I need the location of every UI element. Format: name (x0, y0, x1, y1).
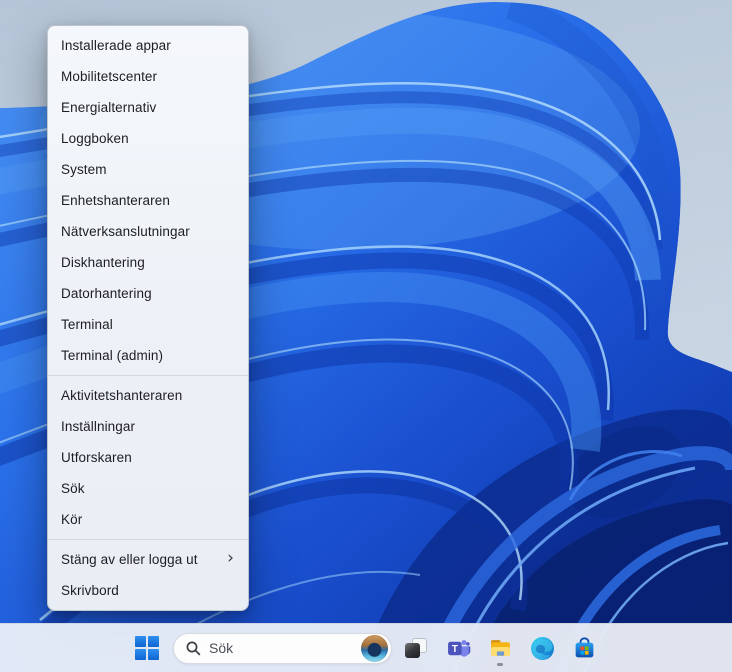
task-view-button[interactable] (396, 628, 436, 668)
menu-item-terminal[interactable]: Terminal (48, 309, 248, 340)
menu-item-label: Utforskaren (61, 450, 132, 465)
menu-item-label: Sök (61, 481, 85, 496)
menu-item-loggboken[interactable]: Loggboken (48, 123, 248, 154)
menu-item-s-k[interactable]: Sök (48, 473, 248, 504)
menu-item-label: Nätverksanslutningar (61, 224, 190, 239)
menu-item-aktivitetshanteraren[interactable]: Aktivitetshanteraren (48, 380, 248, 411)
menu-item-datorhantering[interactable]: Datorhantering (48, 278, 248, 309)
menu-item-label: Datorhantering (61, 286, 152, 301)
taskbar-search-box[interactable]: Sök (173, 632, 392, 664)
microsoft-store-button[interactable] (564, 628, 604, 668)
svg-text:T: T (451, 643, 457, 654)
menu-separator (48, 375, 248, 376)
menu-item-k-r[interactable]: Kör (48, 504, 248, 535)
menu-item-label: Enhetshanteraren (61, 193, 170, 208)
task-view-icon (404, 636, 428, 660)
menu-item-label: Terminal (61, 317, 113, 332)
menu-item-label: Loggboken (61, 131, 129, 146)
taskbar-center-cluster: Sök T (133, 628, 605, 668)
windows-logo-icon (135, 636, 159, 660)
menu-item-system[interactable]: System (48, 154, 248, 185)
edge-button[interactable] (522, 628, 562, 668)
menu-item-installerade-appar[interactable]: Installerade appar (48, 30, 248, 61)
teams-button[interactable]: T (438, 628, 478, 668)
menu-item-label: Installerade appar (61, 38, 171, 53)
file-explorer-icon (490, 639, 510, 656)
menu-item-label: Mobilitetscenter (61, 69, 158, 84)
menu-item-utforskaren[interactable]: Utforskaren (48, 442, 248, 473)
menu-item-energialternativ[interactable]: Energialternativ (48, 92, 248, 123)
menu-item-skrivbord[interactable]: Skrivbord (48, 575, 248, 606)
teams-icon: T (447, 639, 470, 657)
microsoft-store-icon (575, 636, 593, 657)
desktop: Installerade appar Mobilitetscenter Energi… (0, 0, 732, 672)
menu-item-label: Diskhantering (61, 255, 145, 270)
menu-item-label: Aktivitetshanteraren (61, 388, 183, 403)
menu-item-label: Inställningar (61, 419, 136, 434)
running-indicator-dot (497, 663, 503, 666)
menu-item-terminal-admin[interactable]: Terminal (admin) (48, 340, 248, 371)
edge-icon (530, 636, 554, 660)
menu-item-label: Skrivbord (61, 583, 119, 598)
submenu-chevron-icon: › (227, 548, 234, 568)
menu-item-enhetshanteraren[interactable]: Enhetshanteraren (48, 185, 248, 216)
start-button[interactable] (133, 628, 161, 668)
winx-context-menu: Installerade appar Mobilitetscenter Energi… (47, 25, 249, 611)
search-placeholder: Sök (209, 640, 234, 656)
menu-item-mobilitetscenter[interactable]: Mobilitetscenter (48, 61, 248, 92)
menu-item-label: Kör (61, 512, 83, 527)
taskbar: Sök T (0, 623, 732, 672)
menu-separator (48, 539, 248, 540)
menu-item-label: Energialternativ (61, 100, 157, 115)
search-highlight-image[interactable] (361, 634, 388, 662)
menu-item-diskhantering[interactable]: Diskhantering (48, 247, 248, 278)
menu-item-label: Stäng av eller logga ut (61, 552, 198, 567)
menu-item-n-tverksanslutningar[interactable]: Nätverksanslutningar (48, 216, 248, 247)
menu-item-label: System (61, 162, 107, 177)
menu-item-inst-llningar[interactable]: Inställningar (48, 411, 248, 442)
menu-item-label: Terminal (admin) (61, 348, 164, 363)
menu-item-st-ng-av-eller-logga-ut[interactable]: Stäng av eller logga ut › (48, 544, 248, 575)
file-explorer-button[interactable] (480, 628, 520, 668)
search-icon (186, 641, 201, 655)
